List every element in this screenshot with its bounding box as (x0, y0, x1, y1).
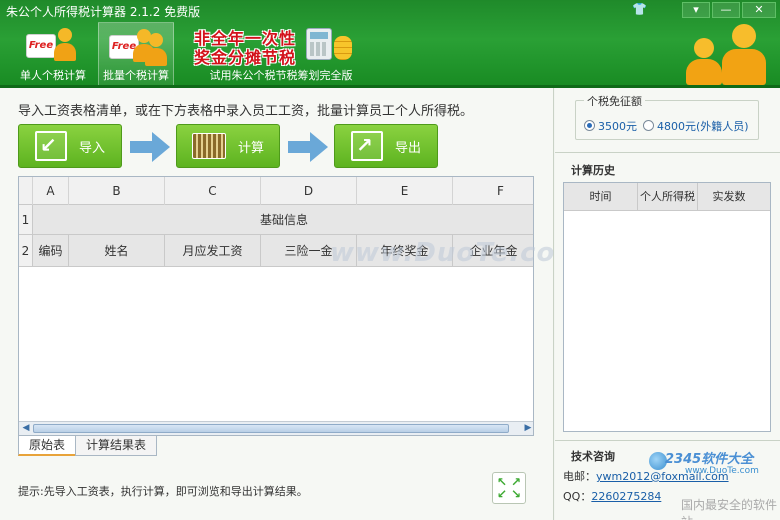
promo-subtitle: 试用朱公个税节税筹划完全版 (209, 69, 353, 82)
column-header[interactable]: A (33, 177, 69, 205)
import-button[interactable]: ↙ 导入 (18, 124, 122, 168)
window-title: 朱公个人所得税计算器 2.1.2 免费版 (6, 5, 201, 19)
column-header[interactable]: E (357, 177, 453, 205)
tax-planning-promo-button[interactable]: 非全年一次性 奖金分摊节税 试用朱公个税节税筹划完全版 (188, 22, 374, 86)
column-header-row: A B C D E F (19, 177, 533, 205)
scroll-thumb[interactable] (33, 424, 509, 433)
batch-tax-calc-button[interactable]: Free 批量个税计算 (98, 22, 174, 86)
row-number[interactable]: 1 (19, 205, 33, 234)
column-header[interactable]: F (453, 177, 533, 205)
import-arrow-icon: ↙ (34, 131, 67, 161)
export-label: 导出 (394, 140, 421, 156)
header-cell[interactable]: 姓名 (69, 235, 165, 267)
calculate-label: 计算 (237, 140, 264, 156)
exemption-option-4800[interactable]: 4800元(外籍人员) (643, 118, 749, 134)
column-header[interactable]: C (165, 177, 261, 205)
history-col-time[interactable]: 时间 (564, 183, 638, 211)
promo-line2: 奖金分摊节税 (194, 48, 297, 67)
row-number[interactable]: 2 (19, 235, 33, 266)
radio-selected-icon[interactable] (584, 120, 595, 131)
exemption-option-3500[interactable]: 3500元 (584, 118, 637, 134)
corner-cell[interactable] (19, 177, 33, 205)
person-icon (145, 33, 167, 67)
expand-icon: ↘ (510, 487, 521, 501)
single-tax-calc-button[interactable]: Free 单人个税计算 (14, 22, 92, 86)
history-col-net[interactable]: 实发数 (698, 183, 760, 211)
menu-dropdown-button[interactable]: ▾ (682, 2, 710, 18)
fullscreen-button[interactable]: ↖ ↗ ↙ ↘ (492, 472, 526, 504)
history-table[interactable]: 时间 个人所得税 实发数 (563, 182, 771, 432)
export-arrow-icon: ↗ (350, 131, 383, 161)
qq-link[interactable]: 2260275284 (591, 490, 661, 503)
mascot-people-icon (680, 24, 772, 88)
shirt-icon[interactable]: 👕 (632, 2, 647, 16)
side-panel: 个税免征额 3500元 4800元(外籍人员) 计算历史 时间 个人所得税 实发… (555, 88, 780, 520)
minimize-button[interactable]: — (712, 2, 740, 18)
calculate-button[interactable]: 计算 (176, 124, 280, 168)
radio-icon[interactable] (643, 120, 654, 131)
exemption-legend: 个税免征额 (584, 93, 645, 109)
import-label: 导入 (78, 140, 105, 156)
header-cell[interactable]: 月应发工资 (165, 235, 261, 267)
export-button[interactable]: ↗ 导出 (334, 124, 438, 168)
support-title: 技术咨询 (571, 450, 615, 463)
spreadsheet-grid[interactable]: A B C D E F 1 基础信息 2 编码 姓名 月应发工资 三险一金 年终… (18, 176, 534, 436)
calculator-icon (306, 28, 332, 60)
expand-icon: ↙ (497, 487, 508, 501)
table-row: 1 基础信息 (19, 205, 533, 235)
merged-header-cell[interactable]: 基础信息 (33, 205, 533, 235)
divider (555, 152, 780, 153)
single-tax-calc-label: 单人个税计算 (20, 69, 86, 82)
column-header[interactable]: B (69, 177, 165, 205)
close-button[interactable]: ✕ (742, 2, 776, 18)
instruction-text: 导入工资表格清单，或在下方表格中录入员工工资，批量计算员工个人所得税。 (18, 104, 474, 119)
column-header[interactable]: D (261, 177, 357, 205)
exemption-options: 3500元 4800元(外籍人员) (584, 118, 749, 134)
history-col-tax[interactable]: 个人所得税 (638, 183, 698, 211)
horizontal-scrollbar[interactable]: ◀ ▶ (19, 421, 533, 435)
app-header: 朱公个人所得税计算器 2.1.2 免费版 👕 ▾ — ✕ Free 单人个税计算… (0, 0, 780, 88)
email-row: 电邮：ywm2012@foxmail.com (563, 470, 729, 483)
header-cell[interactable]: 编码 (33, 235, 69, 267)
email-link[interactable]: ywm2012@foxmail.com (596, 470, 729, 483)
free-badge: Free (26, 34, 56, 58)
exemption-group: 个税免征额 3500元 4800元(外籍人员) (575, 93, 759, 140)
sheet-tab-bar: 原始表 计算结果表 (18, 436, 158, 456)
history-header-row: 时间 个人所得税 实发数 (564, 183, 770, 211)
qq-row: QQ：2260275284 (563, 490, 662, 503)
hint-text: 提示:先导入工资表，执行计算，即可浏览和导出计算结果。 (18, 485, 308, 498)
abacus-icon (191, 133, 226, 159)
tab-result-sheet[interactable]: 计算结果表 (75, 436, 158, 456)
history-title: 计算历史 (571, 164, 615, 177)
scroll-left-icon[interactable]: ◀ (19, 422, 33, 435)
watermark-text: www.DuoTe.com (330, 238, 584, 268)
free-calculator-icon: Free (24, 26, 82, 66)
coins-icon (334, 36, 352, 60)
free-group-icon: Free (107, 27, 167, 67)
scroll-right-icon[interactable]: ▶ (521, 422, 533, 435)
divider (555, 440, 780, 441)
tab-original-sheet[interactable]: 原始表 (18, 436, 77, 456)
window-controls: ▾ — ✕ (682, 2, 776, 18)
main-panel: 导入工资表格清单，或在下方表格中录入员工工资，批量计算员工个人所得税。 ↙ 导入… (0, 88, 583, 520)
batch-tax-calc-label: 批量个税计算 (103, 69, 169, 82)
person-icon (54, 28, 76, 62)
